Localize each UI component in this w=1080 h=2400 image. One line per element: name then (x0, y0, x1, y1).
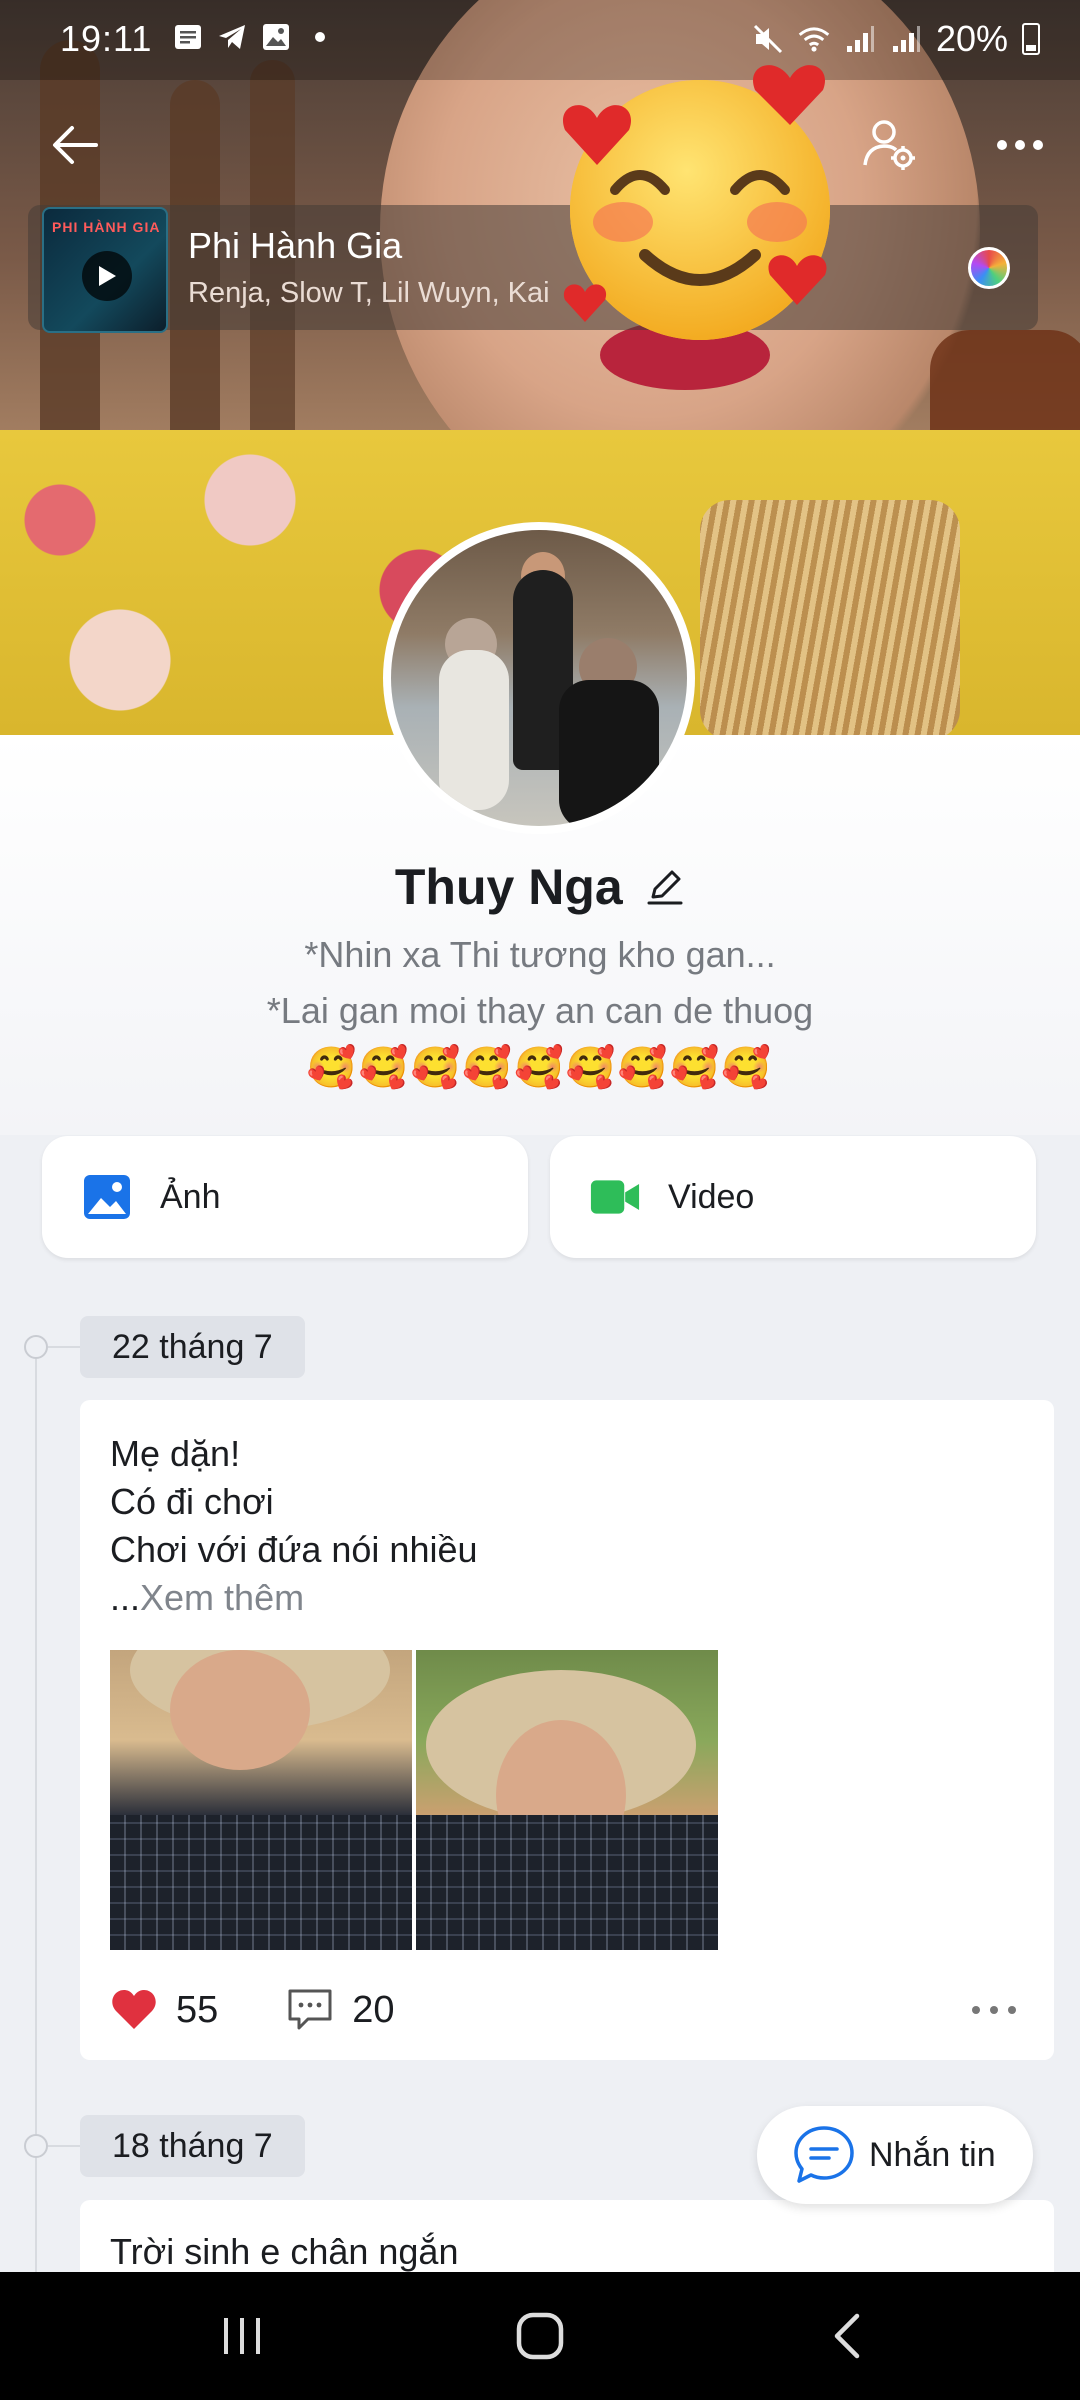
status-time: 19:11 (60, 18, 153, 59)
profile-name-row: Thuy Nga (0, 858, 1080, 916)
system-back-button[interactable] (816, 2306, 876, 2366)
arrow-left-icon (53, 126, 98, 164)
bio-line-1: *Nhin xa Thi tương kho gan... (304, 934, 776, 975)
music-disc-icon[interactable] (968, 247, 1010, 289)
play-button[interactable] (82, 251, 132, 301)
signal-icon-1 (844, 24, 876, 54)
photos-label: Ảnh (160, 1177, 221, 1216)
more-horizontal-icon (997, 140, 1043, 150)
send-message-label: Nhắn tin (869, 2135, 996, 2174)
profile-settings-button[interactable] (855, 110, 925, 180)
post-photos (110, 1650, 718, 1950)
edit-pencil-icon[interactable] (645, 867, 685, 907)
post-photo[interactable] (416, 1650, 718, 1950)
recent-apps-button[interactable] (212, 2306, 272, 2366)
see-more-prefix: ... (110, 1577, 141, 1618)
video-camera-icon (590, 1172, 640, 1222)
post-text[interactable]: Mẹ dặn! Có đi chơi Chơi với đứa nói nhiề… (110, 1430, 478, 1622)
play-icon (99, 266, 116, 286)
back-button[interactable] (40, 110, 110, 180)
battery-icon (1022, 23, 1040, 55)
photos-button[interactable]: Ảnh (42, 1136, 528, 1258)
comment-button[interactable]: 20 (286, 1988, 395, 2032)
more-notifications-dot-icon (304, 22, 336, 52)
post-text[interactable]: Trời sinh e chân ngắn (110, 2228, 458, 2276)
mute-icon (752, 24, 784, 54)
comment-count: 20 (352, 1988, 395, 2031)
heart-icon (110, 1988, 158, 2032)
post-reactions: 55 20 (110, 1985, 1024, 2035)
more-horizontal-icon (972, 2006, 1016, 2014)
album-caption: PHI HÀNH GIA (52, 219, 161, 235)
chat-bubble-icon (793, 2124, 855, 2186)
send-message-button[interactable]: Nhắn tin (757, 2106, 1033, 2204)
timeline-connector (48, 2145, 80, 2147)
post-line: Mẹ dặn! (110, 1433, 241, 1474)
see-more-link[interactable]: Xem thêm (140, 1577, 304, 1618)
gallery-icon (260, 22, 292, 52)
profile-name: Thuy Nga (394, 859, 623, 915)
user-gear-icon (863, 120, 915, 170)
more-options-button[interactable] (985, 110, 1055, 180)
comment-icon (286, 1988, 334, 2032)
song-title: Phi Hành Gia (188, 225, 403, 266)
smiling-hearts-sticker (562, 65, 830, 340)
like-count: 55 (176, 1988, 219, 2031)
wifi-icon (798, 24, 830, 54)
bio-emojis: 🥰🥰🥰🥰🥰🥰🥰🥰🥰 (306, 1046, 774, 1090)
post-line: Chơi với đứa nói nhiều (110, 1529, 478, 1570)
date-chip: 18 tháng 7 (80, 2115, 305, 2177)
timeline-dot (24, 2134, 48, 2158)
signal-icon-2 (890, 24, 922, 54)
album-art: PHI HÀNH GIA (42, 207, 168, 333)
avatar[interactable] (383, 522, 695, 834)
timeline-dot (24, 1335, 48, 1359)
profile-music-card[interactable]: PHI HÀNH GIA Phi Hành Gia Renja, Slow T,… (28, 205, 1038, 333)
battery-percent: 20% (935, 18, 1008, 59)
videos-label: Video (668, 1177, 755, 1216)
post-card[interactable]: Mẹ dặn! Có đi chơi Chơi với đứa nói nhiề… (80, 1400, 1054, 2060)
status-bar: 19:11 20% (0, 0, 1080, 76)
chevron-left-icon (834, 2313, 860, 2359)
bio-line-2: *Lai gan moi thay an can de thuog (266, 990, 814, 1031)
videos-button[interactable]: Video (550, 1136, 1036, 1258)
image-icon (82, 1172, 132, 1222)
post-photo[interactable] (110, 1650, 412, 1950)
like-button[interactable]: 55 (110, 1988, 218, 2032)
telegram-icon (216, 22, 248, 52)
post-line: Trời sinh e chân ngắn (110, 2231, 459, 2272)
system-navigation-bar (0, 2272, 1080, 2400)
post-more-button[interactable] (964, 2000, 1024, 2020)
timeline-connector (48, 1346, 80, 1348)
home-icon (516, 2312, 564, 2360)
message-notification-icon (172, 22, 204, 52)
post-line: Có đi chơi (110, 1481, 274, 1522)
date-chip: 22 tháng 7 (80, 1316, 305, 1378)
recent-apps-icon (224, 2318, 260, 2354)
home-button[interactable] (510, 2306, 570, 2366)
